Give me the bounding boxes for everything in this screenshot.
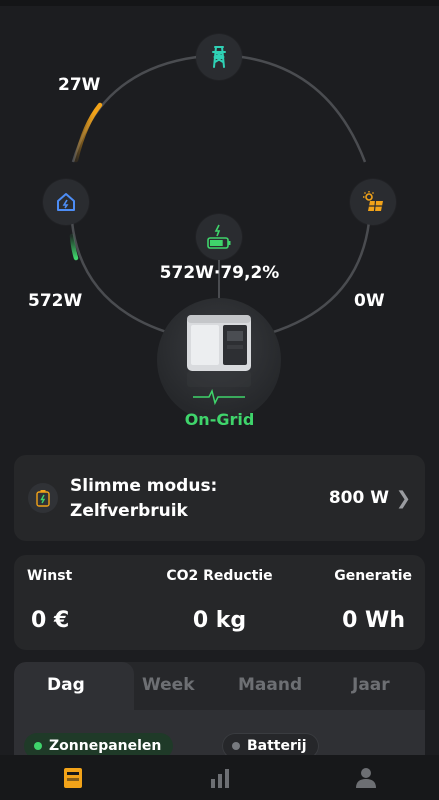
home-power-value: 572W bbox=[28, 291, 83, 311]
battery-status-value: 572W·79,2% bbox=[159, 263, 280, 283]
nav-profile[interactable] bbox=[351, 763, 381, 793]
nav-device[interactable] bbox=[58, 763, 88, 793]
solar-node[interactable] bbox=[350, 179, 396, 225]
solar-dot-icon bbox=[34, 742, 42, 750]
legend-battery-label: Batterij bbox=[247, 738, 307, 754]
tab-month[interactable]: Maand bbox=[238, 675, 302, 695]
generation-value: 0 Wh bbox=[342, 608, 405, 633]
grid-solar-line bbox=[241, 55, 367, 163]
mode-name: Zelfverbruik bbox=[70, 501, 188, 521]
home-icon bbox=[57, 193, 75, 211]
battery-dot-icon bbox=[232, 742, 240, 750]
grid-home-line bbox=[71, 55, 198, 163]
power-station-image bbox=[187, 315, 251, 406]
grid-tower-icon bbox=[212, 46, 226, 68]
grid-node[interactable] bbox=[196, 34, 242, 80]
generation-label: Generatie bbox=[334, 568, 412, 584]
solar-power-value: 0W bbox=[354, 291, 385, 311]
smart-mode-card[interactable]: Slimme modus: Zelfverbruik 800 W ❯ bbox=[14, 455, 425, 541]
bottom-navigation bbox=[0, 755, 439, 800]
nav-statistics[interactable] bbox=[205, 763, 235, 793]
mode-title: Slimme modus: bbox=[70, 476, 218, 496]
grid-status-label: On-Grid bbox=[184, 410, 255, 429]
home-node[interactable] bbox=[43, 179, 89, 225]
mode-power-value: 800 W bbox=[328, 488, 389, 508]
battery-charging-icon bbox=[207, 224, 231, 249]
profile-icon bbox=[356, 768, 376, 788]
stats-icon bbox=[211, 769, 229, 788]
legend-solar-label: Zonnepanelen bbox=[49, 738, 162, 754]
grid-power-value: 27W bbox=[58, 75, 101, 95]
device-icon bbox=[64, 768, 82, 788]
stats-card: Winst CO2 Reductie Generatie 0 € 0 kg 0 … bbox=[14, 555, 425, 650]
chevron-right-icon[interactable]: ❯ bbox=[396, 488, 411, 509]
solar-panel-icon bbox=[363, 191, 383, 212]
energy-flow-diagram: 27W 572W 0W 572W·79,2% On-Grid bbox=[0, 0, 439, 440]
tab-year[interactable]: Jaar bbox=[352, 675, 390, 695]
mode-battery-badge bbox=[28, 483, 58, 513]
tab-day[interactable]: Dag bbox=[47, 675, 85, 695]
tab-week[interactable]: Week bbox=[142, 675, 195, 695]
battery-node[interactable] bbox=[196, 214, 242, 260]
grid-flow-glow bbox=[73, 102, 103, 163]
battery-mode-icon bbox=[36, 490, 50, 507]
power-station-device[interactable] bbox=[157, 298, 281, 422]
